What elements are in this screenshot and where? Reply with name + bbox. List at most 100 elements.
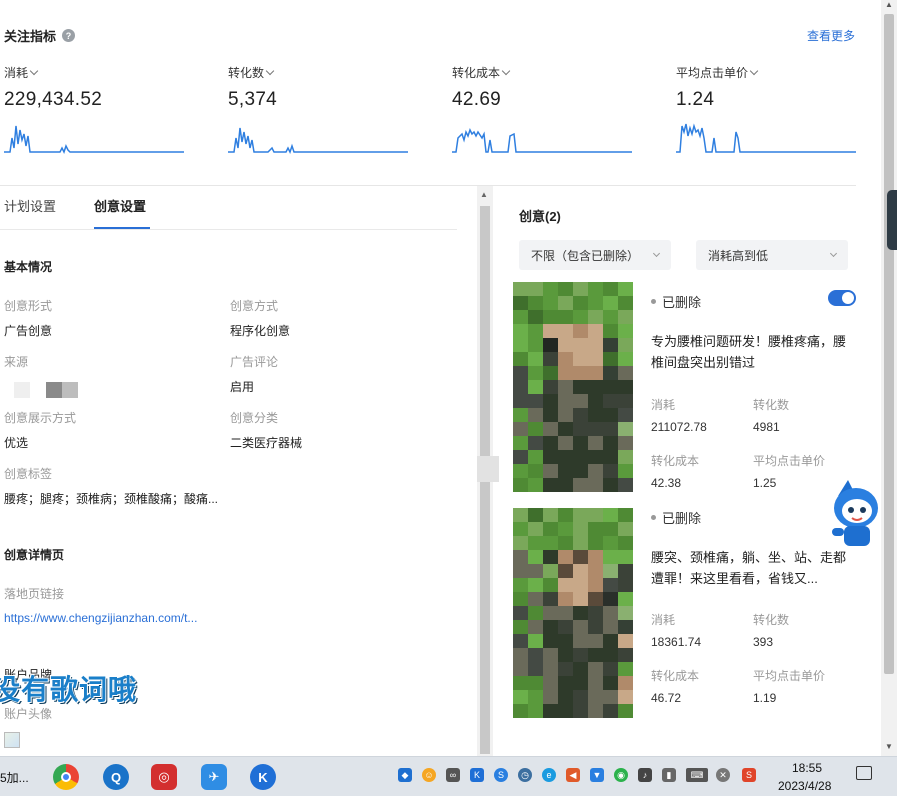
thumbnail-pixel [558, 366, 573, 380]
broken-image-icon [4, 732, 20, 748]
thumbnail-pixel [573, 704, 588, 718]
sort-select[interactable]: 消耗高到低 [696, 240, 848, 270]
thumbnail-pixel [618, 648, 633, 662]
taskbar-clock-date[interactable]: 2023/4/28 [778, 779, 831, 793]
link-icon[interactable]: ∞ [446, 768, 460, 782]
thumbnail-pixel [618, 634, 633, 648]
thumbnail-pixel [618, 394, 633, 408]
thumbnail-pixel [603, 282, 618, 296]
thumbnail-pixel [603, 394, 618, 408]
clock-tray-icon[interactable]: ◷ [518, 768, 532, 782]
thumbnail-pixel [573, 690, 588, 704]
chevron-down-icon [652, 249, 661, 258]
thumbnail-pixel [573, 578, 588, 592]
creative-toggle[interactable] [828, 290, 856, 306]
thumbnail-pixel [528, 450, 543, 464]
thumbnail-pixel [588, 408, 603, 422]
feishu-icon[interactable]: ✈ [201, 764, 227, 790]
assistant-mascot-icon[interactable] [828, 478, 882, 552]
thumbnail-pixel [513, 450, 528, 464]
tab-plan-settings[interactable]: 计划设置 [4, 196, 56, 215]
taskbar-window-label[interactable]: 5加... [0, 769, 29, 786]
network-icon[interactable]: S [494, 768, 508, 782]
help-icon[interactable]: ? [62, 29, 76, 42]
thumbnail-pixel [618, 282, 633, 296]
keyboard-icon[interactable]: ⌨ [686, 768, 708, 782]
metric-conversions-dropdown[interactable]: 转化数 [228, 64, 408, 81]
landing-url-link[interactable]: https://www.chengzijianzhan.com/t... [4, 611, 197, 625]
thumbnail-pixel [543, 620, 558, 634]
side-panel-handle[interactable] [887, 190, 897, 250]
thumbnail-pixel [543, 408, 558, 422]
tab-bar-border [0, 229, 457, 230]
music-app-icon[interactable]: ◎ [151, 764, 177, 790]
k-tray-icon[interactable]: K [470, 768, 484, 782]
metric-spend-dropdown[interactable]: 消耗 [4, 64, 184, 81]
emoji-icon[interactable]: ☺ [422, 768, 436, 782]
browser-q-icon[interactable]: Q [103, 764, 129, 790]
thumbnail-pixel [603, 620, 618, 634]
wechat-icon[interactable]: ◉ [614, 768, 628, 782]
page-scrollbar-thumb[interactable] [884, 14, 894, 674]
input-method-icon[interactable]: S [742, 768, 756, 782]
thumbnail-pixel [513, 536, 528, 550]
close-circle-icon[interactable]: ✕ [716, 768, 730, 782]
usb-icon[interactable]: ▮ [662, 768, 676, 782]
thumbnail-pixel [558, 450, 573, 464]
thumbnail-pixel [618, 450, 633, 464]
thumbnail-pixel [573, 450, 588, 464]
metric-avg-cpc-dropdown[interactable]: 平均点击单价 [676, 64, 856, 81]
thumbnail-pixel [543, 704, 558, 718]
active-tab-indicator [94, 227, 150, 229]
speaker-alert-icon[interactable]: ◀ [566, 768, 580, 782]
creative-thumbnail[interactable] [513, 282, 633, 492]
taskbar-clock-time[interactable]: 18:55 [792, 761, 822, 775]
volume-icon[interactable]: ♪ [638, 768, 652, 782]
scroll-down-icon[interactable]: ▼ [885, 742, 893, 751]
thumbnail-pixel [588, 578, 603, 592]
vpn-icon[interactable]: ▼ [590, 768, 604, 782]
thumbnail-pixel [573, 408, 588, 422]
metric-conversion-cost-label: 转化成本 [452, 66, 501, 80]
notification-icon[interactable] [856, 766, 872, 780]
thumbnail-pixel [618, 352, 633, 366]
stat-value: 1.25 [753, 476, 777, 490]
thumbnail-pixel [573, 662, 588, 676]
thumbnail-pixel [543, 536, 558, 550]
thumbnail-pixel [543, 296, 558, 310]
k-app-icon[interactable]: K [250, 764, 276, 790]
thumbnail-pixel [528, 690, 543, 704]
thumbnail-pixel [618, 564, 633, 578]
shield-icon[interactable]: ◆ [398, 768, 412, 782]
filter-select[interactable]: 不限（包含已删除） [519, 240, 671, 270]
creative-thumbnail[interactable] [513, 508, 633, 718]
tab-creative-settings[interactable]: 创意设置 [94, 196, 146, 215]
thumbnail-pixel [513, 578, 528, 592]
thumbnail-pixel [603, 522, 618, 536]
thumbnail-pixel [543, 436, 558, 450]
creative-method-label: 创意方式 [230, 299, 279, 313]
thumbnail-pixel [573, 282, 588, 296]
thumbnail-pixel [513, 690, 528, 704]
view-more-link[interactable]: 查看更多 [807, 27, 855, 44]
metric-conversion-cost-dropdown[interactable]: 转化成本 [452, 64, 632, 81]
stat-value: 18361.74 [651, 635, 702, 649]
chrome-icon[interactable] [53, 764, 79, 790]
thumbnail-pixel [573, 634, 588, 648]
thumbnail-pixel [573, 620, 588, 634]
panel-resize-handle[interactable] [477, 456, 499, 482]
thumbnail-pixel [573, 564, 588, 578]
edge-icon[interactable]: e [542, 768, 556, 782]
thumbnail-pixel [558, 478, 573, 492]
thumbnail-pixel [573, 536, 588, 550]
thumbnail-pixel [588, 662, 603, 676]
metric-avg-cpc: 平均点击单价 1.24 [676, 64, 856, 153]
scroll-up-icon[interactable]: ▲ [480, 190, 488, 199]
thumbnail-pixel [603, 704, 618, 718]
metric-conversion-cost-sparkline [452, 128, 632, 153]
thumbnail-pixel [528, 536, 543, 550]
creative-description: 专为腰椎问题研发！腰椎疼痛，腰椎间盘突出别错过 [651, 334, 847, 370]
scroll-up-icon[interactable]: ▲ [885, 0, 893, 9]
thumbnail-pixel [528, 606, 543, 620]
thumbnail-pixel [558, 324, 573, 338]
